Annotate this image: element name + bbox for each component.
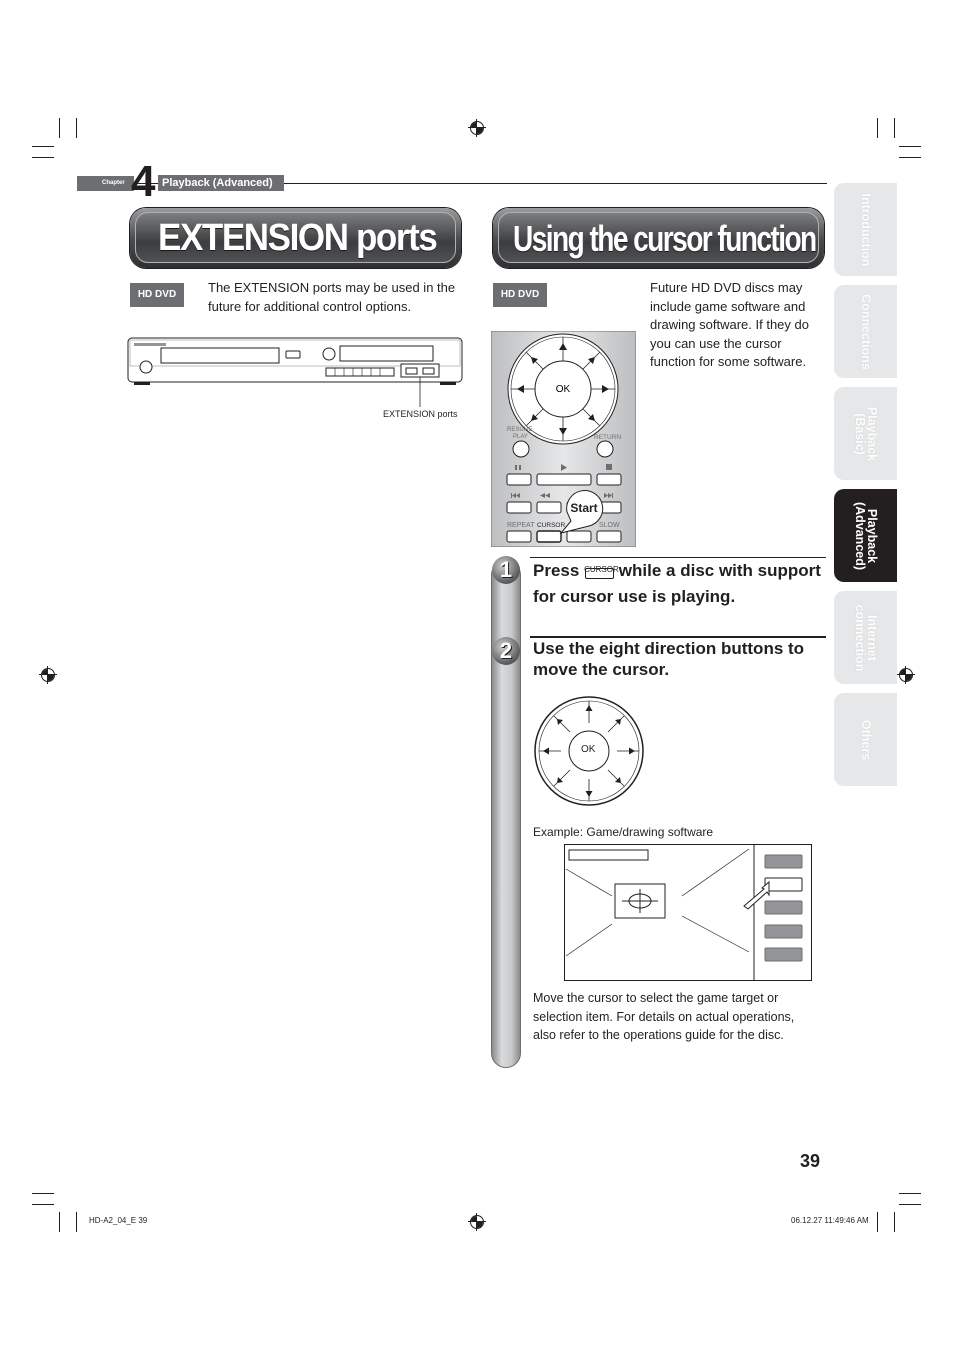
- crop-mark: [32, 1193, 54, 1194]
- side-tab-connections[interactable]: Connections: [834, 285, 897, 378]
- ok-label: OK: [556, 384, 571, 395]
- step-number-1: 1: [492, 556, 520, 584]
- side-tab-playback-advanced[interactable]: Playback (Advanced): [834, 489, 897, 582]
- registration-mark-icon: [39, 666, 57, 684]
- crop-mark: [59, 1212, 60, 1232]
- display-window: [339, 345, 434, 362]
- example-screen-illustration: [564, 844, 812, 981]
- section-description: The EXTENSION ports may be used in the f…: [208, 280, 456, 314]
- closing-instructions: Move the cursor to select the game targe…: [533, 991, 795, 1042]
- side-tab-internet-connection[interactable]: Internet connection: [834, 591, 897, 684]
- section-title: EXTENSION ports: [158, 217, 438, 259]
- chapter-number: 4: [131, 157, 156, 206]
- power-button: [322, 347, 336, 361]
- open-close-button: [285, 350, 301, 359]
- svg-text:PLAY: PLAY: [513, 434, 528, 440]
- crop-mark: [76, 118, 77, 138]
- side-tab-introduction[interactable]: Introduction: [834, 183, 897, 276]
- cursor-button: [536, 530, 562, 543]
- crop-mark: [894, 1212, 895, 1232]
- section-description: Future HD DVD discs may include game sof…: [650, 280, 809, 369]
- cursor-key-icon: CURSOR: [584, 561, 619, 579]
- footer-timestamp: 06.12.27 11:49:46 AM: [791, 1216, 869, 1225]
- svg-text:REPEAT: REPEAT: [507, 522, 535, 529]
- dpad-ok-label: OK: [581, 744, 596, 755]
- crop-mark: [32, 146, 54, 147]
- crop-mark: [899, 1204, 921, 1205]
- svg-text:RESUME: RESUME: [507, 427, 533, 433]
- crop-mark: [894, 118, 895, 138]
- registration-mark-icon: [468, 119, 486, 137]
- crop-mark: [899, 146, 921, 147]
- registration-mark-icon: [897, 666, 915, 684]
- registration-mark-icon: [468, 1213, 486, 1231]
- side-tab-others[interactable]: Others: [834, 693, 897, 786]
- step-1-instruction: Press CURSOR while a disc with support f…: [533, 561, 821, 606]
- hd-dvd-badge: HD DVD: [493, 283, 547, 307]
- hd-dvd-badge: HD DVD: [130, 283, 184, 307]
- side-tab-playback-basic[interactable]: Playback (Basic): [834, 387, 897, 480]
- crop-mark: [899, 157, 921, 158]
- section-banner-extension: EXTENSION ports: [130, 208, 461, 268]
- crop-mark: [59, 118, 60, 138]
- remote-control-illustration: OK RESUME PLAY RETURN REPEAT CURSOR SLOW…: [491, 331, 636, 547]
- crop-mark: [32, 1204, 54, 1205]
- section-title: Using the cursor function: [513, 218, 817, 259]
- crop-mark: [76, 1212, 77, 1232]
- svg-text:SLOW: SLOW: [599, 522, 620, 529]
- start-label: Start: [570, 501, 597, 515]
- brand-logo: [134, 343, 166, 346]
- crop-mark: [877, 118, 878, 138]
- svg-text:CURSOR: CURSOR: [537, 522, 565, 529]
- crop-mark: [32, 157, 54, 158]
- crop-mark: [877, 1212, 878, 1232]
- page-number: 39: [800, 1151, 821, 1171]
- footer-file-info: HD-A2_04_E 39: [89, 1216, 148, 1225]
- step-2-instruction: Use the eight direction buttons to move …: [533, 639, 805, 679]
- step-number-2: 2: [492, 637, 520, 665]
- example-caption: Example: Game/drawing software: [533, 825, 714, 839]
- section-banner-cursor: Using the cursor function: [493, 208, 824, 268]
- svg-text:RETURN: RETURN: [594, 434, 621, 441]
- crop-mark: [899, 1193, 921, 1194]
- chapter-title: Playback (Advanced): [162, 177, 273, 189]
- extension-ports-callout: EXTENSION ports: [383, 409, 458, 419]
- chapter-label: Chapter: [102, 180, 125, 186]
